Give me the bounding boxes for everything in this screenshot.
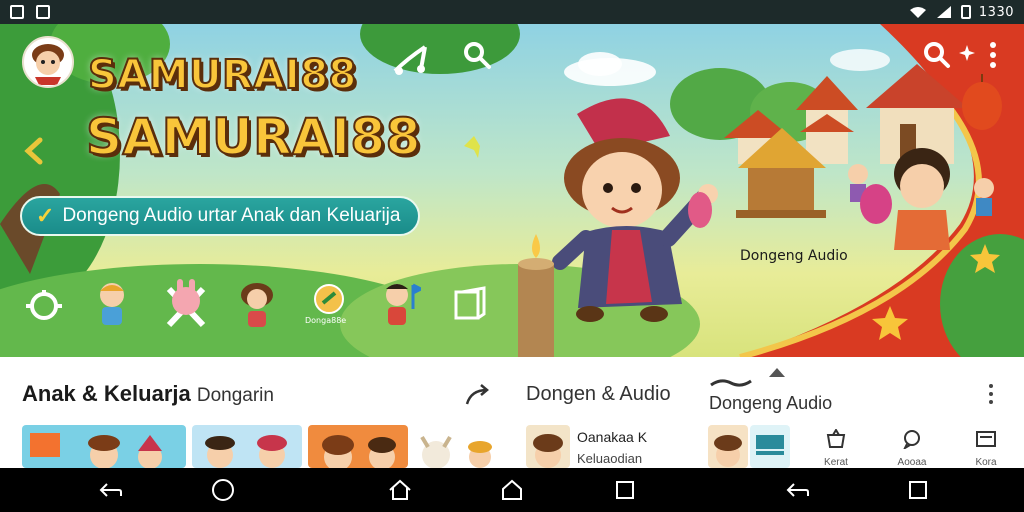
wifi-icon <box>909 7 926 18</box>
boy-character-icon[interactable] <box>92 278 132 328</box>
mini-item-2[interactable]: Aooaa <box>892 429 932 468</box>
section-more-icon[interactable] <box>984 381 998 407</box>
image-notification-icon <box>36 5 50 19</box>
robot-icon[interactable] <box>22 286 66 326</box>
story-subtitle: Keluaodian <box>577 451 643 466</box>
check-icon: ✓ <box>36 203 55 228</box>
card-icon <box>976 431 996 447</box>
section-title-sub: Dongarin <box>196 385 274 406</box>
app-screen: 1330 SAMURAI88 SAMURAI88 ✓ Dongeng Audio… <box>0 0 1024 512</box>
wave-icon <box>708 377 754 389</box>
hero-banner[interactable]: SAMURAI88 SAMURAI88 ✓ Dongeng Audio urta… <box>0 24 1024 357</box>
mini-item-1-label: Kerat <box>824 457 848 468</box>
story-card-2[interactable] <box>192 425 302 468</box>
tagline-badge: ✓ Dongeng Audio urtar Anak dan Keluarija <box>20 196 421 236</box>
battery-icon <box>960 5 971 19</box>
recents-icon-2[interactable] <box>905 478 931 502</box>
content-section: Anak & Keluarja Dongarin Dongen & Audio … <box>0 357 1024 468</box>
brand-title-2: SAMURAI88 <box>85 107 421 167</box>
story-card-1[interactable] <box>22 425 186 468</box>
home-circle-icon[interactable] <box>210 478 236 502</box>
section-title-main: Anak & Keluarja <box>22 381 191 406</box>
boy-flag-character-icon[interactable] <box>378 278 422 330</box>
story-card-3[interactable] <box>308 425 408 468</box>
mini-item-3[interactable]: Kora <box>966 429 1006 468</box>
samurai-avatar-icon <box>32 44 64 85</box>
signal-icon <box>936 6 951 18</box>
brand-title-1: SAMURAI88 <box>87 51 357 99</box>
recents-icon[interactable] <box>612 478 638 502</box>
second-section-title[interactable]: Dongen & Audio <box>526 383 671 406</box>
navigation-bar <box>0 468 1024 512</box>
story-thumb[interactable] <box>526 425 570 468</box>
share-arrow-icon[interactable] <box>464 381 492 409</box>
mini-item-2-label: Aooaa <box>897 457 927 468</box>
book-icon[interactable] <box>450 284 490 324</box>
story-card-4[interactable] <box>414 425 500 468</box>
mini-item-3-label: Kora <box>975 457 997 468</box>
chevron-up-icon[interactable] <box>766 363 788 381</box>
more-icon[interactable] <box>984 40 1002 70</box>
girl-character-icon[interactable] <box>236 280 278 330</box>
search-icon-right[interactable] <box>922 40 952 70</box>
scene-label: Dongeng Audio <box>740 248 848 264</box>
tagline-text: Dongeng Audio urtar Anak dan Keluarija <box>62 205 401 226</box>
chat-icon <box>902 430 920 451</box>
status-clock: 1330 <box>978 4 1014 20</box>
home-icon[interactable] <box>387 478 413 502</box>
badge-label: Donga88e <box>305 316 347 325</box>
status-bar: 1330 <box>0 0 1024 24</box>
back-nav-icon[interactable] <box>98 478 124 502</box>
story-title[interactable]: Oanakaa K <box>577 429 647 445</box>
album-thumb-1[interactable] <box>708 425 748 468</box>
app-avatar[interactable] <box>22 36 74 88</box>
sparkle-icon <box>958 44 976 62</box>
basket-icon <box>826 428 846 448</box>
back-nav-icon-2[interactable] <box>785 478 811 502</box>
search-icon[interactable] <box>460 38 494 72</box>
bunny-character-icon[interactable] <box>162 274 210 330</box>
story-badge-icon[interactable] <box>312 282 346 316</box>
album-thumb-2[interactable] <box>750 425 790 468</box>
mini-item-1[interactable]: Kerat <box>816 428 856 468</box>
third-section-title[interactable]: Dongeng Audio <box>709 393 832 414</box>
music-icon[interactable] <box>390 40 430 80</box>
section-title: Anak & Keluarja Dongarin <box>22 381 274 407</box>
back-chevron-icon[interactable] <box>20 134 48 168</box>
notification-icon <box>10 5 24 19</box>
home-outline-icon[interactable] <box>499 478 525 502</box>
